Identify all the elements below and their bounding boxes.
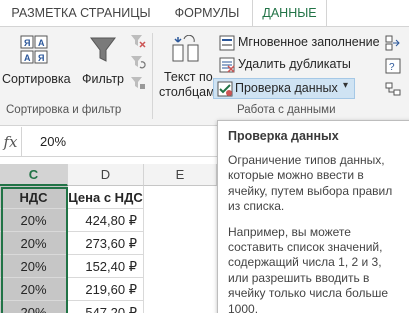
text-to-columns-button[interactable]: Текст по столбцам — [158, 31, 215, 99]
data-validation-label: Проверка данных — [235, 81, 338, 95]
svg-text:А: А — [24, 53, 31, 63]
svg-text:А: А — [38, 38, 45, 48]
sort-label: Сортировка — [2, 72, 71, 86]
svg-text:Я: Я — [24, 38, 30, 48]
filter-button[interactable]: Фильтр — [78, 31, 128, 93]
what-if-icon[interactable]: ? — [385, 58, 401, 74]
tooltip-title: Проверка данных — [228, 129, 339, 143]
remove-duplicates-button[interactable]: Удалить дубликаты — [216, 55, 356, 75]
table-cell[interactable]: 219,60 ₽ — [68, 278, 144, 301]
tooltip-paragraph-2: Например, вы можете составить список зна… — [228, 224, 389, 313]
header-cell-price[interactable]: Цена с НДС — [68, 186, 144, 209]
text-to-columns-icon — [172, 35, 199, 62]
text-to-columns-label-2: столбцам — [159, 85, 215, 99]
table-cell[interactable]: 424,80 ₽ — [68, 209, 144, 232]
tab-formulas[interactable]: ФОРМУЛЫ — [162, 0, 252, 27]
data-validation-tooltip: Проверка данных Ограничение типов данных… — [217, 120, 409, 313]
filter-label: Фильтр — [82, 72, 124, 86]
remove-duplicates-icon — [219, 57, 235, 73]
ribbon-tab-bar: РАЗМЕТКА СТРАНИЦЫ ФОРМУЛЫ ДАННЫЕ — [0, 0, 409, 27]
flash-fill-button[interactable]: Мгновенное заполнение — [216, 33, 381, 53]
tab-data[interactable]: ДАННЫЕ — [252, 0, 327, 27]
chevron-down-icon[interactable]: ▾ — [343, 80, 348, 91]
table-cell[interactable]: 547,20 ₽ — [68, 301, 144, 313]
clear-filter-icon[interactable] — [130, 33, 146, 49]
formula-input[interactable]: 20% — [40, 127, 66, 157]
svg-text:Я: Я — [38, 53, 44, 63]
column-header-c[interactable]: C — [0, 164, 68, 186]
consolidate-icon[interactable] — [385, 35, 401, 51]
flash-fill-label: Мгновенное заполнение — [238, 35, 380, 49]
column-header-e[interactable]: E — [144, 164, 217, 186]
relationships-icon[interactable] — [385, 81, 401, 97]
table-cell[interactable]: 152,40 ₽ — [68, 255, 144, 278]
group-caption-sort-filter: Сортировка и фильтр — [6, 104, 122, 116]
reapply-icon[interactable] — [130, 54, 146, 70]
advanced-filter-icon[interactable] — [130, 75, 146, 91]
group-separator — [152, 33, 153, 119]
data-validation-icon — [217, 81, 233, 97]
group-caption-data-tools: Работа с данными — [237, 104, 336, 116]
remove-duplicates-label: Удалить дубликаты — [238, 57, 351, 71]
text-to-columns-label-1: Текст по — [164, 70, 213, 84]
tooltip-paragraph-1: Ограничение типов данных, которые можно … — [228, 153, 393, 214]
tab-page-layout[interactable]: РАЗМЕТКА СТРАНИЦЫ — [0, 0, 162, 27]
funnel-icon — [90, 37, 116, 62]
sort-button[interactable]: Я А А Я Сортировка — [0, 31, 71, 93]
ribbon-panel: Я А А Я Сортировка Фильтр Текст по столб… — [0, 26, 409, 126]
data-validation-button[interactable]: Проверка данных ▾ — [213, 78, 355, 99]
table-cell[interactable]: 273,60 ₽ — [68, 232, 144, 255]
column-header-d[interactable]: D — [68, 164, 144, 186]
sort-icon: Я А А Я — [20, 35, 48, 64]
selection-border — [1, 187, 68, 313]
flash-fill-icon — [219, 35, 235, 51]
fx-icon[interactable]: fx — [0, 127, 22, 157]
svg-text:?: ? — [389, 62, 395, 73]
